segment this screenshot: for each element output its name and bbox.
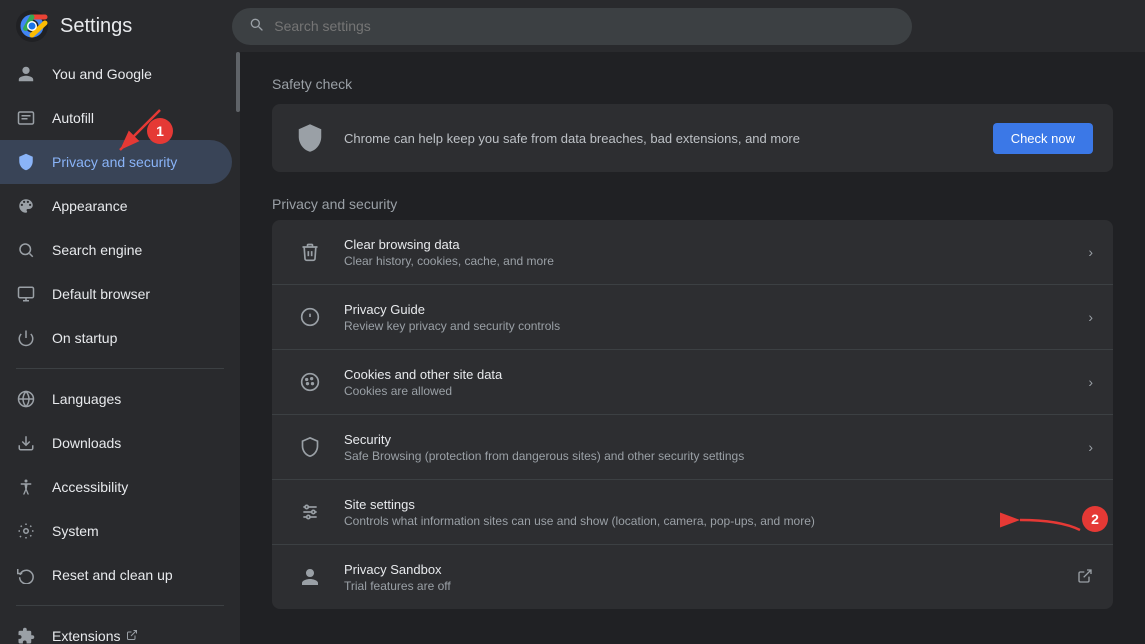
settings-item-site-settings[interactable]: Site settings Controls what information … (272, 480, 1113, 545)
main-content: Safety check Chrome can help keep you sa… (240, 52, 1145, 644)
history-icon (16, 565, 36, 585)
sidebar-item-system[interactable]: System (0, 509, 232, 553)
sidebar-item-reset[interactable]: Reset and clean up (0, 553, 232, 597)
puzzle-icon (16, 626, 36, 644)
sidebar-label-you-and-google: You and Google (52, 66, 152, 82)
security-desc: Safe Browsing (protection from dangerous… (344, 449, 1088, 463)
sidebar-label-default-browser: Default browser (52, 286, 150, 302)
search-bar[interactable] (232, 8, 912, 45)
sidebar-item-accessibility[interactable]: Accessibility (0, 465, 232, 509)
search-input[interactable] (274, 18, 896, 34)
privacy-guide-title: Privacy Guide (344, 302, 1088, 317)
sidebar-label-on-startup: On startup (52, 330, 117, 346)
power-icon (16, 328, 36, 348)
search-icon (248, 16, 264, 37)
privacy-guide-arrow: › (1088, 309, 1093, 325)
sidebar-item-you-and-google[interactable]: You and Google (0, 52, 232, 96)
sidebar-label-accessibility: Accessibility (52, 479, 128, 495)
header: Settings (0, 0, 1145, 52)
sidebar-item-default-browser[interactable]: Default browser (0, 272, 232, 316)
sidebar-item-downloads[interactable]: Downloads (0, 421, 232, 465)
privacy-sandbox-title: Privacy Sandbox (344, 562, 1077, 577)
sidebar-item-privacy-and-security[interactable]: Privacy and security (0, 140, 232, 184)
site-settings-desc: Controls what information sites can use … (344, 514, 1088, 528)
cookies-arrow: › (1088, 374, 1093, 390)
security-content: Security Safe Browsing (protection from … (344, 432, 1088, 463)
chrome-logo-icon (16, 10, 48, 42)
clear-browsing-title: Clear browsing data (344, 237, 1088, 252)
sidebar-label-system: System (52, 523, 99, 539)
settings-item-cookies[interactable]: Cookies and other site data Cookies are … (272, 350, 1113, 415)
safety-check-description: Chrome can help keep you safe from data … (344, 131, 993, 146)
person-off-icon (292, 559, 328, 595)
badge-icon (16, 108, 36, 128)
privacy-sandbox-content: Privacy Sandbox Trial features are off (344, 562, 1077, 593)
check-now-button[interactable]: Check now (993, 123, 1093, 154)
globe-icon (16, 389, 36, 409)
sidebar-label-search-engine: Search engine (52, 242, 142, 258)
search-engine-icon (16, 240, 36, 260)
external-link-icon (126, 629, 138, 644)
cookies-desc: Cookies are allowed (344, 384, 1088, 398)
privacy-settings-list: Clear browsing data Clear history, cooki… (272, 220, 1113, 609)
settings-item-security[interactable]: Security Safe Browsing (protection from … (272, 415, 1113, 480)
trash-icon (292, 234, 328, 270)
sidebar-item-autofill[interactable]: Autofill (0, 96, 232, 140)
privacy-guide-icon (292, 299, 328, 335)
sidebar-label-downloads: Downloads (52, 435, 121, 451)
security-shield-icon (292, 429, 328, 465)
sidebar-divider-1 (16, 368, 224, 369)
settings-item-privacy-guide[interactable]: Privacy Guide Review key privacy and sec… (272, 285, 1113, 350)
privacy-guide-content: Privacy Guide Review key privacy and sec… (344, 302, 1088, 333)
cookies-content: Cookies and other site data Cookies are … (344, 367, 1088, 398)
settings-item-privacy-sandbox[interactable]: Privacy Sandbox Trial features are off (272, 545, 1113, 609)
cookies-title: Cookies and other site data (344, 367, 1088, 382)
sidebar-label-reset: Reset and clean up (52, 567, 173, 583)
site-settings-title: Site settings (344, 497, 1088, 512)
sidebar: You and Google Autofill Privacy and secu… (0, 52, 240, 644)
sidebar-item-on-startup[interactable]: On startup (0, 316, 232, 360)
monitor-icon (16, 284, 36, 304)
sidebar-label-extensions: Extensions (52, 628, 120, 644)
clear-browsing-content: Clear browsing data Clear history, cooki… (344, 237, 1088, 268)
privacy-guide-desc: Review key privacy and security controls (344, 319, 1088, 333)
sidebar-label-languages: Languages (52, 391, 121, 407)
site-settings-content: Site settings Controls what information … (344, 497, 1088, 528)
person-icon (16, 64, 36, 84)
privacy-section-title: Privacy and security (272, 196, 1113, 212)
sidebar-item-appearance[interactable]: Appearance (0, 184, 232, 228)
safety-shield-icon (292, 120, 328, 156)
clear-browsing-arrow: › (1088, 244, 1093, 260)
accessibility-icon (16, 477, 36, 497)
safety-check-card: Chrome can help keep you safe from data … (272, 104, 1113, 172)
sidebar-label-autofill: Autofill (52, 110, 94, 126)
sidebar-item-languages[interactable]: Languages (0, 377, 232, 421)
settings-item-clear-browsing[interactable]: Clear browsing data Clear history, cooki… (272, 220, 1113, 285)
sidebar-label-privacy: Privacy and security (52, 154, 177, 170)
safety-check-section-title: Safety check (272, 76, 1113, 92)
palette-icon (16, 196, 36, 216)
clear-browsing-desc: Clear history, cookies, cache, and more (344, 254, 1088, 268)
sidebar-label-appearance: Appearance (52, 198, 128, 214)
cookie-icon (292, 364, 328, 400)
system-icon (16, 521, 36, 541)
settings-title: Settings (60, 15, 132, 38)
sidebar-divider-2 (16, 605, 224, 606)
sliders-icon (292, 494, 328, 530)
download-icon (16, 433, 36, 453)
security-title: Security (344, 432, 1088, 447)
layout: You and Google Autofill Privacy and secu… (0, 52, 1145, 644)
sidebar-item-search-engine[interactable]: Search engine (0, 228, 232, 272)
site-settings-arrow: › (1088, 504, 1093, 520)
security-arrow: › (1088, 439, 1093, 455)
privacy-sandbox-external-icon (1077, 568, 1093, 587)
shield-active-icon (16, 152, 36, 172)
privacy-sandbox-desc: Trial features are off (344, 579, 1077, 593)
sidebar-scrollbar[interactable] (236, 52, 240, 112)
sidebar-item-extensions[interactable]: Extensions (0, 614, 232, 644)
